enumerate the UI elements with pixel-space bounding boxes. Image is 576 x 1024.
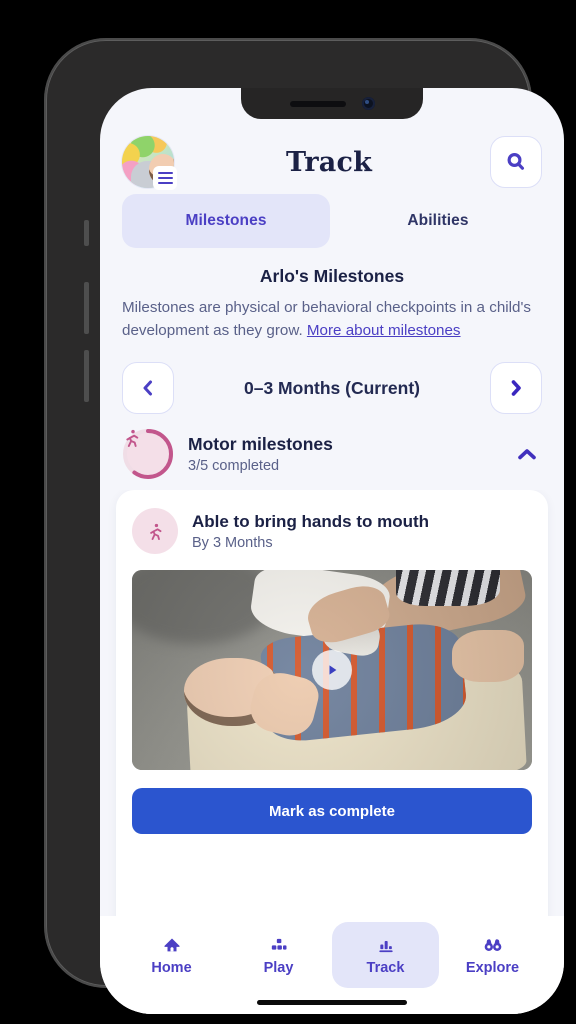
search-button[interactable] [490,136,542,188]
phone-frame: Track Milestones Abilities Arlo's Milest… [44,38,564,1014]
silent-switch[interactable] [84,220,89,246]
category-text: Motor milestones 3/5 completed [188,434,498,474]
milestone-card-header: Able to bring hands to mouth By 3 Months [132,508,532,555]
nav-item-explore[interactable]: Explore [439,922,546,988]
volume-down-button[interactable] [84,350,89,402]
chevron-right-icon [511,380,521,396]
binoculars-icon [484,938,501,951]
motor-activity-icon [122,428,174,480]
front-camera [361,97,375,110]
intro-body: Milestones are physical or behavioral ch… [122,296,542,342]
category-name: Motor milestones [188,434,333,455]
intro-title: Arlo's Milestones [259,266,405,286]
volume-up-button[interactable] [84,282,89,334]
nav-item-play[interactable]: Play [225,922,332,988]
mark-complete-button[interactable]: Mark as complete [132,788,532,835]
category-header-motor[interactable]: Motor milestones 3/5 completed [100,414,564,490]
tab-abilities[interactable]: Abilities [334,194,542,248]
nav-label-track: Track [366,959,405,976]
hamburger-menu-icon[interactable] [153,166,177,190]
avatar-with-menu[interactable] [122,136,177,190]
notch [241,88,423,119]
progress-ring [122,428,174,480]
category-progress: 3/5 completed [188,458,280,475]
motor-activity-icon [132,508,178,555]
nav-label-explore: Explore [465,959,520,976]
tab-abilities-label: Abilities [407,212,469,229]
nav-label-home: Home [151,959,192,976]
previous-age-button[interactable] [122,362,174,415]
milestone-card-text: Able to bring hands to mouth By 3 Months [192,511,429,551]
earpiece-speaker [289,100,346,107]
current-age-range: 0–3 Months (Current) [244,377,420,398]
nav-item-track[interactable]: Track [332,922,439,988]
play-icon [329,665,337,675]
search-icon [507,152,524,170]
more-about-milestones-link[interactable]: More about milestones [307,322,461,339]
intro-section: Arlo's Milestones Milestones are physica… [100,248,564,342]
play-button[interactable] [312,650,352,691]
nav-label-play: Play [263,959,294,976]
phone-screen: Track Milestones Abilities Arlo's Milest… [100,88,564,1014]
app-root: Track Milestones Abilities Arlo's Milest… [100,88,564,1014]
home-indicator[interactable] [257,1000,407,1005]
collapse-category-button[interactable] [512,439,542,469]
tab-milestones-label: Milestones [185,212,267,229]
milestone-title: Able to bring hands to mouth [192,512,430,532]
next-age-button[interactable] [490,362,542,415]
nav-item-home[interactable]: Home [118,922,225,988]
chevron-up-icon [518,449,536,460]
home-icon [164,938,179,951]
blocks-icon [271,938,286,950]
milestone-video-thumbnail[interactable] [132,570,532,771]
page-title: Track [286,146,372,178]
tab-milestones[interactable]: Milestones [122,194,330,248]
age-range-nav: 0–3 Months (Current) [100,342,564,415]
tab-bar: Milestones Abilities [100,184,564,248]
chevron-left-icon [143,380,152,396]
milestone-due: By 3 Months [192,535,273,552]
bar-chart-icon [378,940,393,952]
screenshot-stage: Track Milestones Abilities Arlo's Milest… [0,0,576,1024]
